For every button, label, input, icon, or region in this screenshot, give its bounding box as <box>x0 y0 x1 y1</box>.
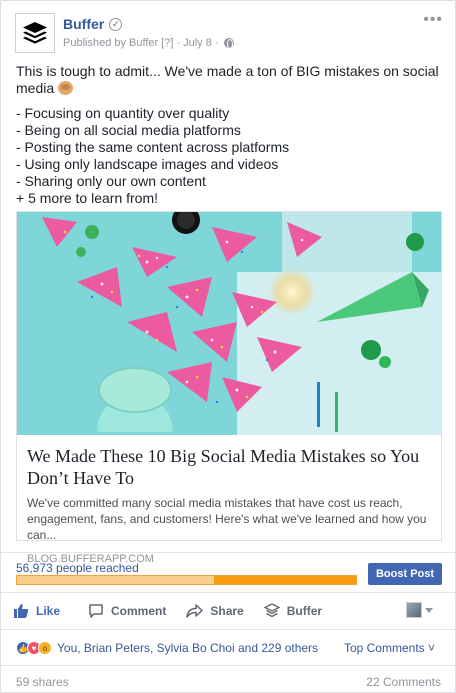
post-meta: Published by Buffer [?] · July 8 · <box>63 37 234 49</box>
buffer-logo-avatar[interactable] <box>15 13 55 53</box>
page-name-row: Buffer ✓ <box>63 16 123 32</box>
action-bar: Like Comment Share Buffer <box>13 599 443 623</box>
meta-separator: · <box>176 37 181 49</box>
top-comments-dropdown[interactable]: Top Comments ˅ <box>344 641 435 655</box>
boost-post-button[interactable]: Boost Post <box>368 563 442 585</box>
list-item: - Focusing on quantity over quality <box>16 105 230 121</box>
list-item: - Being on all social media platforms <box>16 122 241 138</box>
reactions-names[interactable]: You, Brian Peters, Sylvia Bo Choi and 22… <box>57 641 318 655</box>
preview-body: We Made These 10 Big Social Media Mistak… <box>27 445 431 565</box>
buffer-button[interactable]: Buffer <box>263 603 323 619</box>
share-label: Share <box>210 604 244 618</box>
list-item: - Sharing only our own content <box>16 173 206 189</box>
list-item: - Posting the same content across platfo… <box>16 139 290 155</box>
list-item: - Using only landscape images and videos <box>16 156 279 172</box>
more-options-button[interactable]: ••• <box>423 12 443 28</box>
reach-paid-fill <box>213 576 356 584</box>
buffer-logo-icon <box>23 22 47 44</box>
published-by-text: Published by Buffer <box>63 37 159 49</box>
reactions-row: 👍 ♥ o You, Brian Peters, Sylvia Bo Choi … <box>16 639 443 657</box>
comment-bubble-icon <box>89 604 103 618</box>
post-intro: This is tough to admit... We've made a t… <box>16 63 441 97</box>
thumbs-up-icon <box>14 604 29 618</box>
see-no-evil-monkey-icon <box>58 81 74 95</box>
comment-button[interactable]: Comment <box>88 603 166 619</box>
divider <box>1 592 455 593</box>
buffer-stack-icon <box>263 603 280 618</box>
post-date-link[interactable]: July 8 <box>183 37 212 49</box>
meta-separator-2: · <box>214 37 219 49</box>
post-intro-text: This is tough to admit... We've made a t… <box>16 63 439 96</box>
share-button[interactable]: Share <box>186 603 244 619</box>
like-label: Like <box>36 604 61 618</box>
post-text: This is tough to admit... We've made a t… <box>16 63 441 207</box>
shares-count[interactable]: 59 shares <box>16 675 69 689</box>
preview-title[interactable]: We Made These 10 Big Social Media Mistak… <box>27 445 431 489</box>
verified-check-icon: ✓ <box>109 17 123 31</box>
reach-progress-bar <box>16 575 357 585</box>
chevron-down-icon <box>425 607 433 613</box>
public-globe-icon[interactable] <box>223 38 234 49</box>
comment-label: Comment <box>111 604 167 618</box>
divider <box>1 629 455 630</box>
like-button[interactable]: Like <box>13 603 60 619</box>
party-cake-illustration <box>17 212 441 435</box>
share-arrow-icon <box>186 604 204 618</box>
post-as-selector[interactable] <box>406 602 433 618</box>
divider <box>1 665 455 666</box>
preview-description: We've committed many social media mistak… <box>27 496 427 542</box>
help-bracket[interactable]: [?] <box>161 37 173 49</box>
post-header: Buffer ✓ Published by Buffer [?] · July … <box>15 12 443 53</box>
link-preview[interactable]: We Made These 10 Big Social Media Mistak… <box>16 211 442 565</box>
reach-label[interactable]: 56,973 people reached <box>16 561 139 575</box>
mistakes-list: - Focusing on quantity over quality - Be… <box>16 105 441 207</box>
divider <box>1 552 455 553</box>
comments-count[interactable]: 22 Comments <box>366 675 441 689</box>
wow-reaction-icon[interactable]: o <box>38 641 52 655</box>
page-name-link[interactable]: Buffer <box>63 16 104 32</box>
preview-image[interactable] <box>17 212 441 435</box>
user-avatar <box>406 602 422 618</box>
buffer-label: Buffer <box>286 604 323 618</box>
post-card: Buffer ✓ Published by Buffer [?] · July … <box>0 0 456 693</box>
list-item: + 5 more to learn from! <box>16 190 159 206</box>
